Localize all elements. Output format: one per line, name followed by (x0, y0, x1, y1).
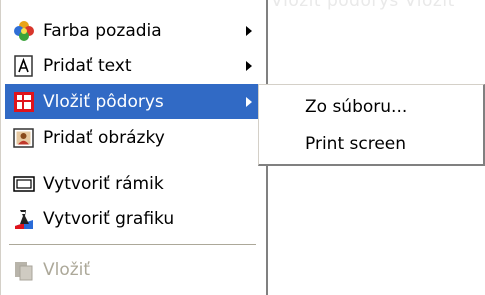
submenu-item-label: Print screen (305, 134, 407, 154)
menu-item-farba-pozadia[interactable]: Farba pozadia (5, 13, 262, 48)
menu-separator (9, 244, 256, 246)
menu-item-pridat-obrazky[interactable]: Pridať obrázky (5, 120, 262, 155)
submenu-item-label: Zo súboru... (305, 97, 408, 117)
submenu-item-print-screen[interactable]: Print screen (261, 126, 481, 161)
submenu-arrow-icon (246, 26, 252, 36)
picture-icon (13, 127, 35, 149)
menu-item-vlozit-podorys[interactable]: Vložiť pôdorys (5, 84, 262, 119)
text-box-icon (13, 55, 35, 77)
palette-icon (13, 20, 35, 42)
context-menu: Farba pozadia Pridať text Vložiť pôdorys (0, 0, 268, 295)
menu-item-label: Vytvoriť rámik (43, 174, 164, 194)
menu-item-pridat-text[interactable]: Pridať text (5, 48, 262, 83)
submenu-item-zo-suboru[interactable]: Zo súboru... (261, 89, 481, 124)
graphics-icon (13, 208, 35, 230)
menu-item-label: Vložiť (43, 260, 91, 280)
submenu: Zo súboru... Print screen (258, 84, 485, 166)
menu-item-label: Vytvoriť grafiku (43, 209, 175, 229)
frame-icon (13, 173, 35, 195)
menu-item-label: Farba pozadia (43, 21, 162, 41)
menu-item-label: Vložiť pôdorys (43, 92, 164, 112)
paste-icon (13, 259, 35, 281)
menu-item-vlozit[interactable]: Vložiť (5, 252, 262, 287)
menu-item-label: Pridať obrázky (43, 128, 165, 148)
menu-item-label: Pridať text (43, 56, 132, 76)
floor-plan-icon (13, 91, 35, 113)
menu-item-vytvorit-ramik[interactable]: Vytvoriť rámik (5, 166, 262, 201)
menu-item-vytvorit-grafiku[interactable]: Vytvoriť grafiku (5, 201, 262, 236)
submenu-arrow-icon (246, 97, 252, 107)
submenu-arrow-icon (246, 61, 252, 71)
